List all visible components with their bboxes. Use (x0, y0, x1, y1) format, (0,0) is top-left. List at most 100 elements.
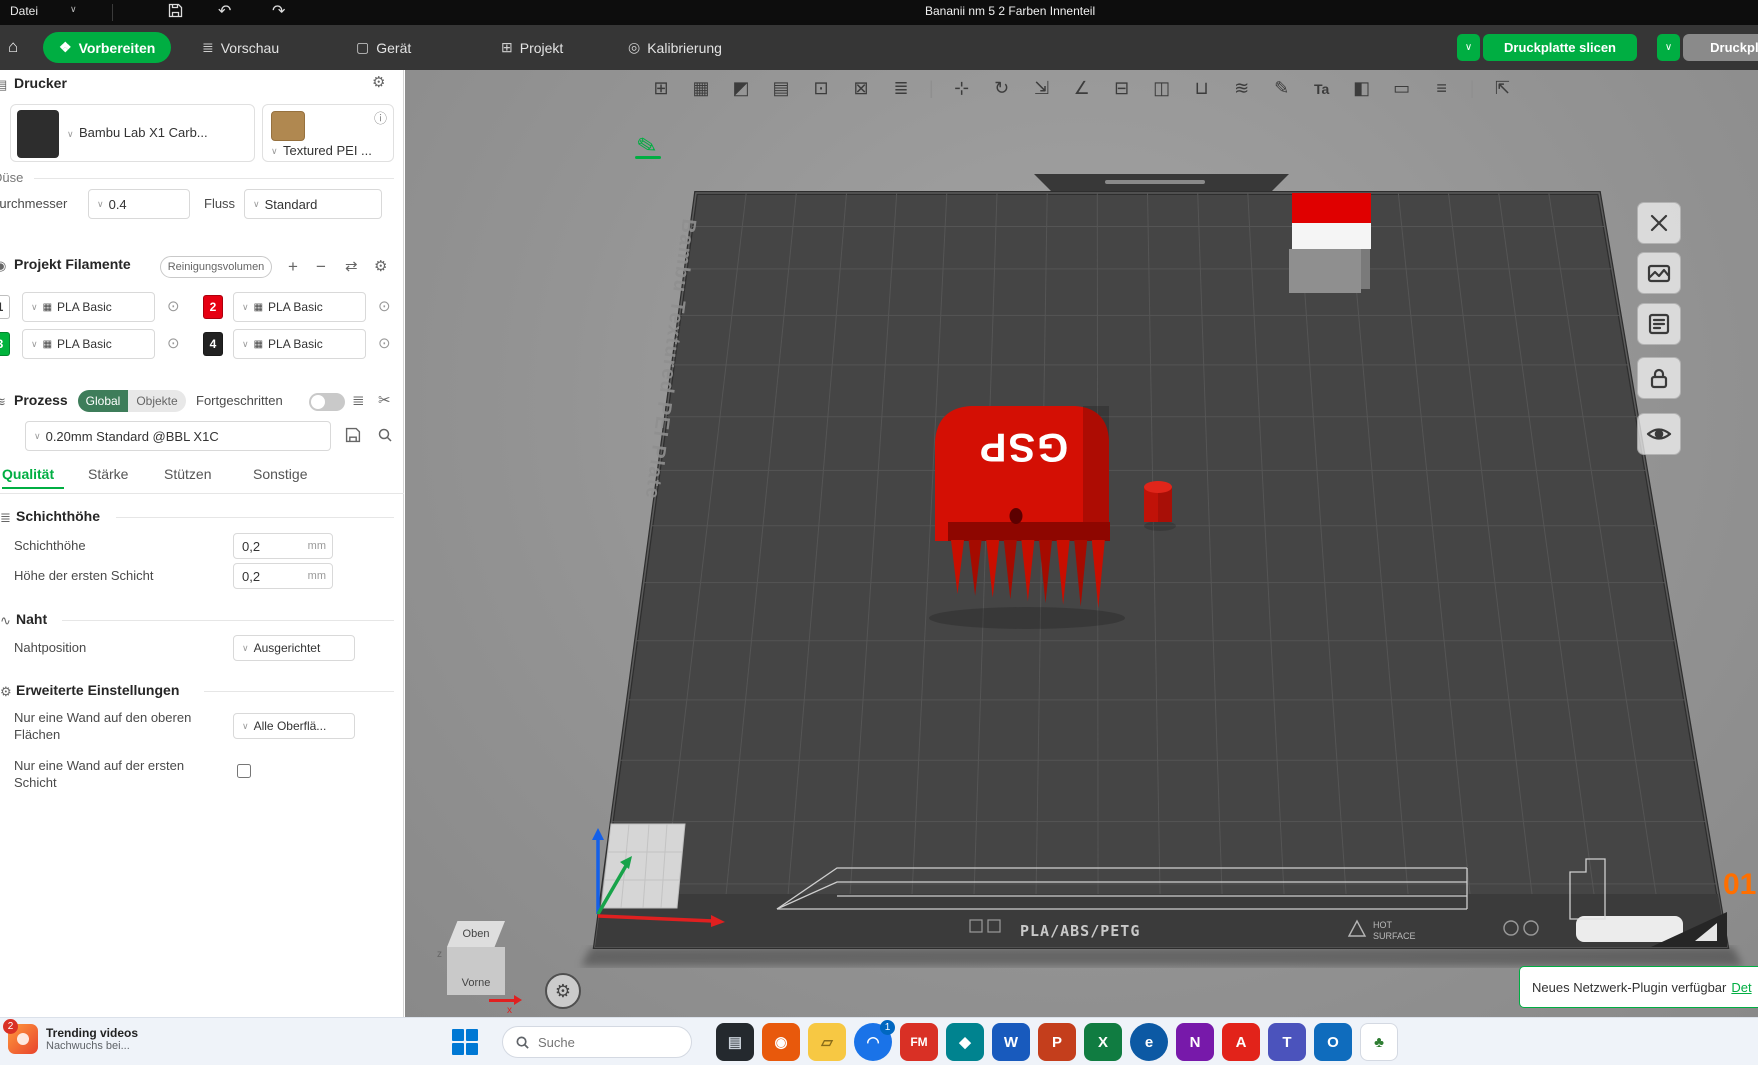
save-icon[interactable] (168, 3, 183, 22)
taskbar-app-browser[interactable]: ◠ 1 (854, 1023, 892, 1061)
visibility-eye-button[interactable] (1637, 413, 1681, 455)
scope-global-pill[interactable]: Global (78, 390, 128, 412)
viewport-3d-scene[interactable]: Bambu Textured PEI Plate PLA/ABS/PETG HO… (405, 70, 1758, 1017)
taskbar-app-photos[interactable]: ◉ (762, 1023, 800, 1061)
filament-combo-3[interactable]: ∨ ▦ PLA Basic (22, 329, 155, 359)
plate-layout-button[interactable] (1637, 303, 1681, 345)
tab-kalibrierung[interactable]: ◎ Kalibrierung (628, 25, 722, 70)
slice-plate-button[interactable]: Druckplatte slicen (1483, 34, 1637, 61)
paste-icon[interactable]: ⊠ (849, 78, 873, 99)
filament-edit-icon-3[interactable]: ⊙ (167, 336, 180, 351)
printer-settings-gear-icon[interactable]: ⚙ (372, 75, 385, 90)
color-paint-icon[interactable]: ◧ (1350, 78, 1374, 99)
process-compare-icon[interactable]: ✂ (378, 393, 391, 408)
scope-objects-pill[interactable]: Objekte (128, 390, 186, 412)
layer-height-field[interactable]: mm (233, 533, 333, 559)
layer-height-input[interactable] (234, 539, 308, 554)
taskbar-app-fm[interactable]: FM (900, 1023, 938, 1061)
tab-geraet[interactable]: ▢ Gerät (356, 25, 411, 70)
info-icon[interactable]: ⓘ (374, 108, 387, 127)
delete-all-button[interactable] (1637, 202, 1681, 244)
nozzle-diameter-combo[interactable]: ∨ 0.4 (88, 189, 190, 219)
assembly-view-icon[interactable]: ⇱ (1490, 78, 1514, 99)
parameter-table-icon[interactable]: ≣ (352, 393, 365, 408)
taskbar-app-explorer[interactable]: ▱ (808, 1023, 846, 1061)
print-dropdown-chevron[interactable]: ∨ (1657, 34, 1680, 61)
filament-edit-icon-4[interactable]: ⊙ (378, 336, 391, 351)
copy-icon[interactable]: ⊡ (809, 78, 833, 99)
lock-plate-button[interactable] (1637, 357, 1681, 399)
advanced-toggle[interactable] (309, 393, 345, 411)
taskbar-widget[interactable]: 2 Trending videos Nachwuchs bei... (8, 1024, 138, 1054)
tab-stuetzen[interactable]: Stützen (164, 466, 211, 482)
navigation-cube[interactable]: Oben Vorne z x (437, 913, 517, 1013)
taskbar-app-excel[interactable]: X (1084, 1023, 1122, 1061)
tab-vorbereiten[interactable]: ❖ Vorbereiten (43, 32, 171, 63)
file-menu-chevron-icon[interactable]: ∨ (70, 4, 77, 15)
print-plate-button[interactable]: Druckpla (1683, 34, 1758, 61)
filament-edit-icon-1[interactable]: ⊙ (167, 299, 180, 314)
printer-card[interactable]: ∨ Bambu Lab X1 Carb... (10, 104, 255, 162)
filament-combo-2[interactable]: ∨ ▦ PLA Basic (233, 292, 366, 322)
rotate-icon[interactable]: ↻ (990, 78, 1014, 99)
first-layer-height-field[interactable]: mm (233, 563, 333, 589)
measure-icon[interactable]: ▭ (1390, 78, 1414, 99)
taskbar-app-word[interactable]: W (992, 1023, 1030, 1061)
wipe-tower[interactable] (601, 824, 685, 908)
slice-dropdown-chevron[interactable]: ∨ (1457, 34, 1480, 61)
sync-filament-icon[interactable]: ⇄ (345, 259, 358, 274)
filament-edit-icon-2[interactable]: ⊙ (378, 299, 391, 314)
auto-arrange-plate-button[interactable] (1637, 252, 1681, 294)
tab-projekt[interactable]: ⊞ Projekt (501, 25, 563, 70)
lay-flat-icon[interactable]: ∠ (1070, 78, 1094, 99)
support-paint-icon[interactable]: ≋ (1230, 78, 1254, 99)
text-tool-icon[interactable]: Ta (1310, 81, 1334, 97)
filament-settings-gear-icon[interactable]: ⚙ (374, 259, 387, 274)
seam-position-combo[interactable]: ∨ Ausgerichtet (233, 635, 355, 661)
file-menu[interactable]: Datei (10, 4, 38, 18)
pur​ge-cylinder[interactable] (1144, 481, 1176, 531)
start-button[interactable] (452, 1029, 478, 1055)
variable-layer-icon[interactable]: ≡ (1430, 78, 1454, 99)
arrange-icon[interactable]: ▤ (769, 78, 793, 99)
taskbar-app-outlook[interactable]: O (1314, 1023, 1352, 1061)
undo-icon[interactable]: ↶ (218, 3, 231, 21)
taskbar-app-powerpoint[interactable]: P (1038, 1023, 1076, 1061)
redo-icon[interactable]: ↷ (272, 3, 285, 21)
filament-combo-1[interactable]: ∨ ▦ PLA Basic (22, 292, 155, 322)
first-layer-height-input[interactable] (234, 569, 308, 584)
navcube-top-face[interactable]: Oben (447, 921, 505, 947)
add-filament-icon[interactable]: + (288, 258, 298, 275)
home-icon[interactable]: ⌂ (8, 37, 18, 57)
one-wall-top-combo[interactable]: ∨ Alle Oberflä... (233, 713, 355, 739)
add-model-icon[interactable]: ⊞ (649, 78, 673, 99)
boolean-icon[interactable]: ⊔ (1190, 78, 1214, 99)
split-icon[interactable]: ◫ (1150, 78, 1174, 99)
tab-staerke[interactable]: Stärke (88, 466, 128, 482)
toast-details-link[interactable]: Det (1731, 980, 1751, 995)
taskbar-app-remote[interactable]: ◆ (946, 1023, 984, 1061)
scale-icon[interactable]: ⇲ (1030, 78, 1054, 99)
build-plate[interactable] (595, 193, 1727, 947)
navcube-front-face[interactable]: Vorne (447, 947, 505, 995)
flow-combo[interactable]: ∨ Standard (244, 189, 382, 219)
taskbar-app-window[interactable]: ▤ (716, 1023, 754, 1061)
viewport-settings-gear-button[interactable]: ⚙ (545, 973, 581, 1009)
tab-vorschau[interactable]: ≣ Vorschau (202, 25, 279, 70)
calibration-flag-object[interactable] (1289, 193, 1371, 293)
viewport-3d[interactable]: ⊞ ▦ ◩ ▤ ⊡ ⊠ ≣ | ⊹ ↻ ⇲ ∠ ⊟ ◫ ⊔ ≋ ✎ Ta ◧ ▭… (405, 70, 1758, 1017)
flush-volumes-button[interactable]: Reinigungsvolumen (160, 256, 272, 278)
add-plate-icon[interactable]: ▦ (689, 78, 713, 99)
taskbar-app-edge[interactable]: e (1130, 1023, 1168, 1061)
save-preset-icon[interactable] (345, 427, 361, 448)
tab-qualitaet[interactable]: Qualität (2, 466, 54, 482)
plate-type-card[interactable]: ⓘ ∨ Textured PEI ... (262, 104, 394, 162)
one-wall-first-layer-checkbox[interactable] (237, 764, 251, 778)
process-preset-combo[interactable]: ∨ 0.20mm Standard @BBL X1C (25, 421, 331, 451)
filament-combo-4[interactable]: ∨ ▦ PLA Basic (233, 329, 366, 359)
search-input[interactable] (538, 1035, 668, 1050)
taskbar-search[interactable] (502, 1026, 692, 1058)
seam-paint-icon[interactable]: ✎ (1270, 78, 1294, 99)
taskbar-app-plant[interactable]: ♣ (1360, 1023, 1398, 1061)
search-settings-icon[interactable] (377, 427, 393, 448)
